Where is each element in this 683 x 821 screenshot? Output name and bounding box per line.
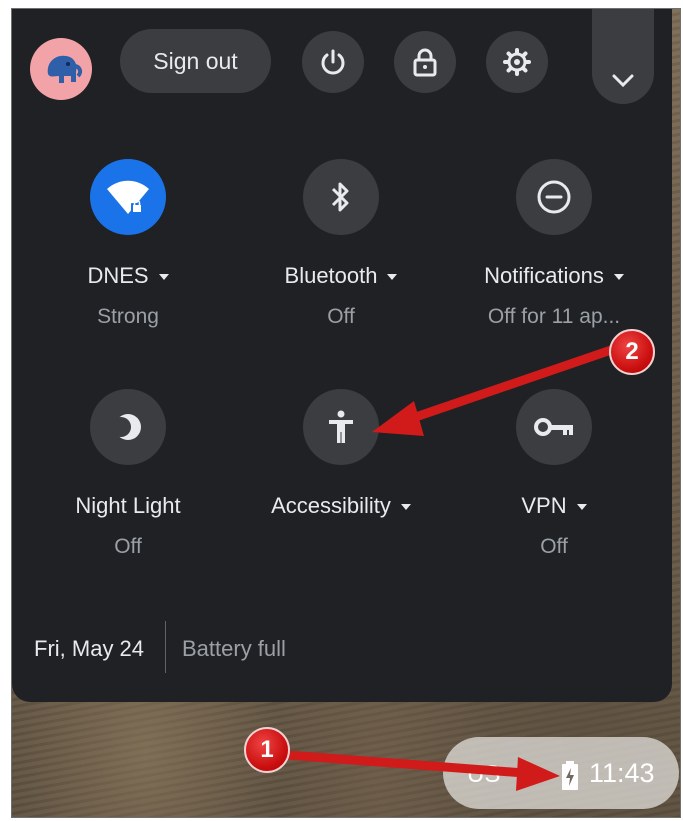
arrow-2-shaft xyxy=(399,344,619,426)
arrow-2-head xyxy=(372,401,424,436)
arrow-1-head xyxy=(516,757,560,791)
annotation-arrows xyxy=(269,344,619,791)
arrow-1-shaft xyxy=(269,749,529,778)
annotation-badge-2: 2 xyxy=(609,329,655,375)
screenshot-frame: Sign out DNES Strong Bluetooth Off Notif… xyxy=(11,8,681,818)
annotation-badge-1: 1 xyxy=(244,727,290,773)
